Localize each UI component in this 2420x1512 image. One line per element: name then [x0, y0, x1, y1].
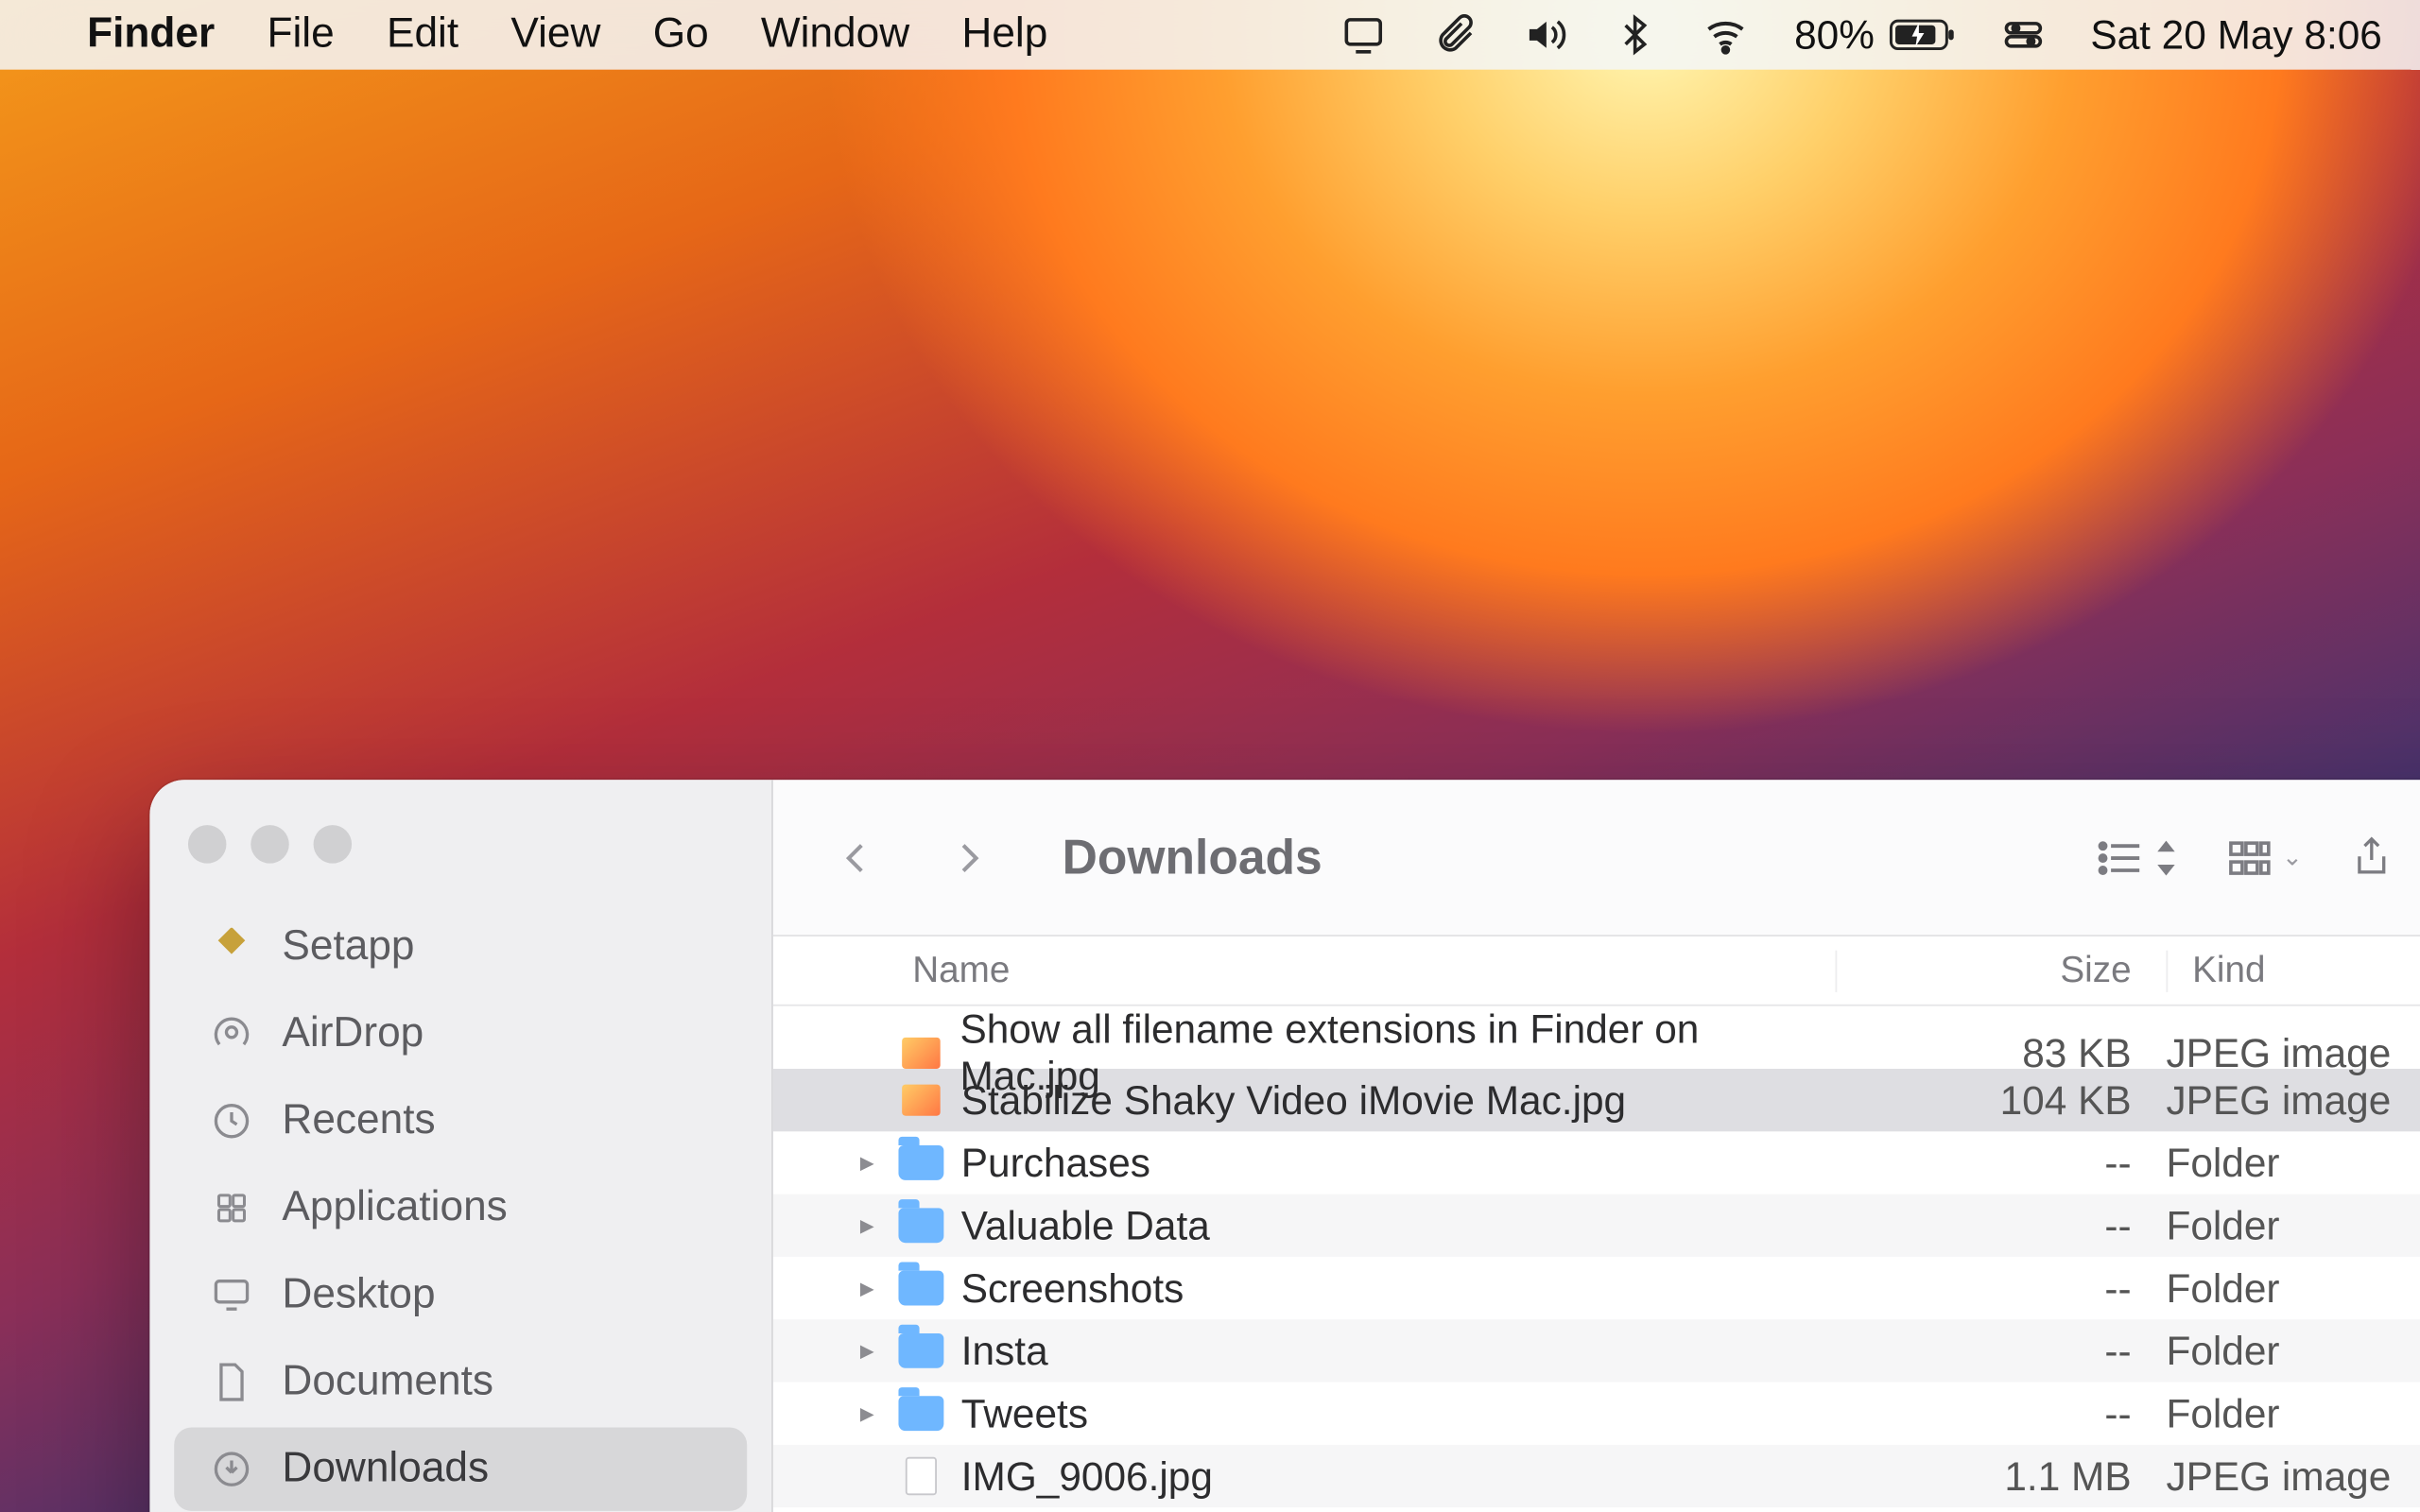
- nav-back-button[interactable]: [825, 826, 888, 888]
- menu-go[interactable]: Go: [653, 10, 709, 60]
- airdrop-icon: [205, 1008, 257, 1060]
- file-row[interactable]: IMG_8511.jpg748 KBJPEG image11/12: [773, 1507, 2420, 1512]
- view-grid-icon[interactable]: ⌄: [2226, 836, 2303, 878]
- file-list-header[interactable]: Name Size Kind Date A: [773, 936, 2420, 1006]
- doc-icon: [205, 1356, 257, 1408]
- file-size: --: [1835, 1140, 2166, 1187]
- finder-title: Downloads: [1063, 830, 1322, 885]
- sidebar-item-label: Downloads: [282, 1445, 489, 1494]
- download-icon: [205, 1443, 257, 1495]
- col-name[interactable]: Name: [912, 950, 1835, 991]
- zoom-button[interactable]: [314, 825, 353, 864]
- disclosure-triangle-icon[interactable]: ▸: [854, 1208, 881, 1243]
- clock-icon: [205, 1095, 257, 1147]
- screen-mirroring-icon[interactable]: [1341, 12, 1387, 58]
- sidebar-item-documents[interactable]: Documents: [174, 1340, 747, 1423]
- sidebar-item-label: Setapp: [282, 922, 414, 971]
- file-name: Stabilize Shaky Video iMovie Mac.jpg: [961, 1076, 1626, 1124]
- menubar: Finder File Edit View Go Window Help 80%…: [0, 0, 2420, 70]
- disclosure-triangle-icon[interactable]: ▸: [854, 1333, 881, 1368]
- close-button[interactable]: [188, 825, 227, 864]
- finder-window: Setapp AirDrop Recents Applications Desktop D…: [149, 780, 2420, 1512]
- file-kind: Folder: [2166, 1328, 2420, 1375]
- file-kind: Folder: [2166, 1390, 2420, 1437]
- share-icon[interactable]: [2351, 834, 2393, 880]
- file-kind: JPEG image: [2166, 1076, 2420, 1124]
- view-list-icon[interactable]: [2094, 836, 2177, 878]
- menu-edit[interactable]: Edit: [387, 10, 458, 60]
- file-name: Valuable Data: [961, 1202, 1210, 1249]
- file-name: Purchases: [961, 1140, 1150, 1187]
- sidebar-item-setapp[interactable]: Setapp: [174, 905, 747, 988]
- col-size[interactable]: Size: [1835, 950, 2166, 991]
- file-kind: Folder: [2166, 1202, 2420, 1249]
- col-kind[interactable]: Kind: [2166, 950, 2420, 991]
- desktop-icon: [205, 1269, 257, 1321]
- sidebar-item-label: AirDrop: [282, 1009, 424, 1058]
- sidebar-item-label: Applications: [282, 1184, 507, 1233]
- sidebar-item-applications[interactable]: Applications: [174, 1166, 747, 1249]
- file-name: Tweets: [961, 1390, 1088, 1437]
- file-size: --: [1835, 1202, 2166, 1249]
- file-kind: JPEG image: [2166, 1452, 2420, 1500]
- menubar-clock[interactable]: Sat 20 May 8:06: [2090, 11, 2382, 59]
- sidebar-item-desktop[interactable]: Desktop: [174, 1253, 747, 1336]
- file-name: Insta: [961, 1328, 1048, 1375]
- file-size: 1.1 MB: [1835, 1452, 2166, 1500]
- minimize-button[interactable]: [251, 825, 289, 864]
- menu-help[interactable]: Help: [961, 10, 1047, 60]
- file-size: --: [1835, 1390, 2166, 1437]
- sidebar-item-recents[interactable]: Recents: [174, 1079, 747, 1162]
- file-name: Screenshots: [961, 1264, 1184, 1312]
- file-row[interactable]: ▸Screenshots--Folder14/01: [773, 1257, 2420, 1319]
- file-row[interactable]: ▸Purchases--Folder18/05: [773, 1131, 2420, 1194]
- apps-icon: [205, 1182, 257, 1234]
- file-kind: Folder: [2166, 1140, 2420, 1187]
- file-size: 83 KB: [1835, 1030, 2166, 1077]
- file-size: --: [1835, 1264, 2166, 1312]
- window-controls: [149, 804, 771, 902]
- file-row[interactable]: Stabilize Shaky Video iMovie Mac.jpg 104 …: [773, 1069, 2420, 1131]
- menu-view[interactable]: View: [510, 10, 600, 60]
- attachment-icon[interactable]: [1432, 12, 1478, 58]
- file-row[interactable]: Show all filename extensions in Finder o…: [773, 1006, 2420, 1069]
- battery-status[interactable]: 80%: [1794, 11, 1955, 59]
- setapp-icon: [205, 920, 257, 972]
- sidebar-item-label: Documents: [282, 1358, 493, 1407]
- sidebar-item-downloads[interactable]: Downloads: [174, 1427, 747, 1510]
- battery-percent: 80%: [1794, 11, 1875, 59]
- file-kind: Folder: [2166, 1264, 2420, 1312]
- finder-toolbar: Downloads ⌄ ⌄: [773, 780, 2420, 936]
- file-row[interactable]: ▸Tweets--Folder10/01: [773, 1383, 2420, 1445]
- file-kind: JPEG image: [2166, 1030, 2420, 1077]
- file-size: --: [1835, 1328, 2166, 1375]
- sidebar-item-airdrop[interactable]: AirDrop: [174, 992, 747, 1075]
- file-row[interactable]: ▸Valuable Data--Folder22/01: [773, 1194, 2420, 1257]
- menu-window[interactable]: Window: [761, 10, 909, 60]
- bluetooth-icon[interactable]: [1614, 12, 1659, 58]
- volume-icon[interactable]: [1523, 12, 1568, 58]
- finder-sidebar: Setapp AirDrop Recents Applications Desktop D…: [149, 780, 772, 1512]
- disclosure-triangle-icon[interactable]: ▸: [854, 1396, 881, 1431]
- control-center-icon[interactable]: [2000, 12, 2046, 58]
- menubar-app[interactable]: Finder: [87, 10, 215, 60]
- menu-file[interactable]: File: [267, 10, 334, 60]
- file-name: IMG_9006.jpg: [961, 1452, 1213, 1500]
- file-list: Name Size Kind Date A Show all filename …: [773, 936, 2420, 1512]
- disclosure-triangle-icon[interactable]: ▸: [854, 1271, 881, 1306]
- file-row[interactable]: IMG_9006.jpg1.1 MBJPEG image11/12: [773, 1445, 2420, 1507]
- wifi-icon[interactable]: [1703, 12, 1749, 58]
- disclosure-triangle-icon[interactable]: ▸: [854, 1145, 881, 1180]
- file-size: 104 KB: [1835, 1076, 2166, 1124]
- nav-forward-button[interactable]: [937, 826, 999, 888]
- file-row[interactable]: ▸Insta--Folder10/01: [773, 1319, 2420, 1382]
- sidebar-item-label: Desktop: [282, 1271, 435, 1320]
- sidebar-item-label: Recents: [282, 1096, 435, 1145]
